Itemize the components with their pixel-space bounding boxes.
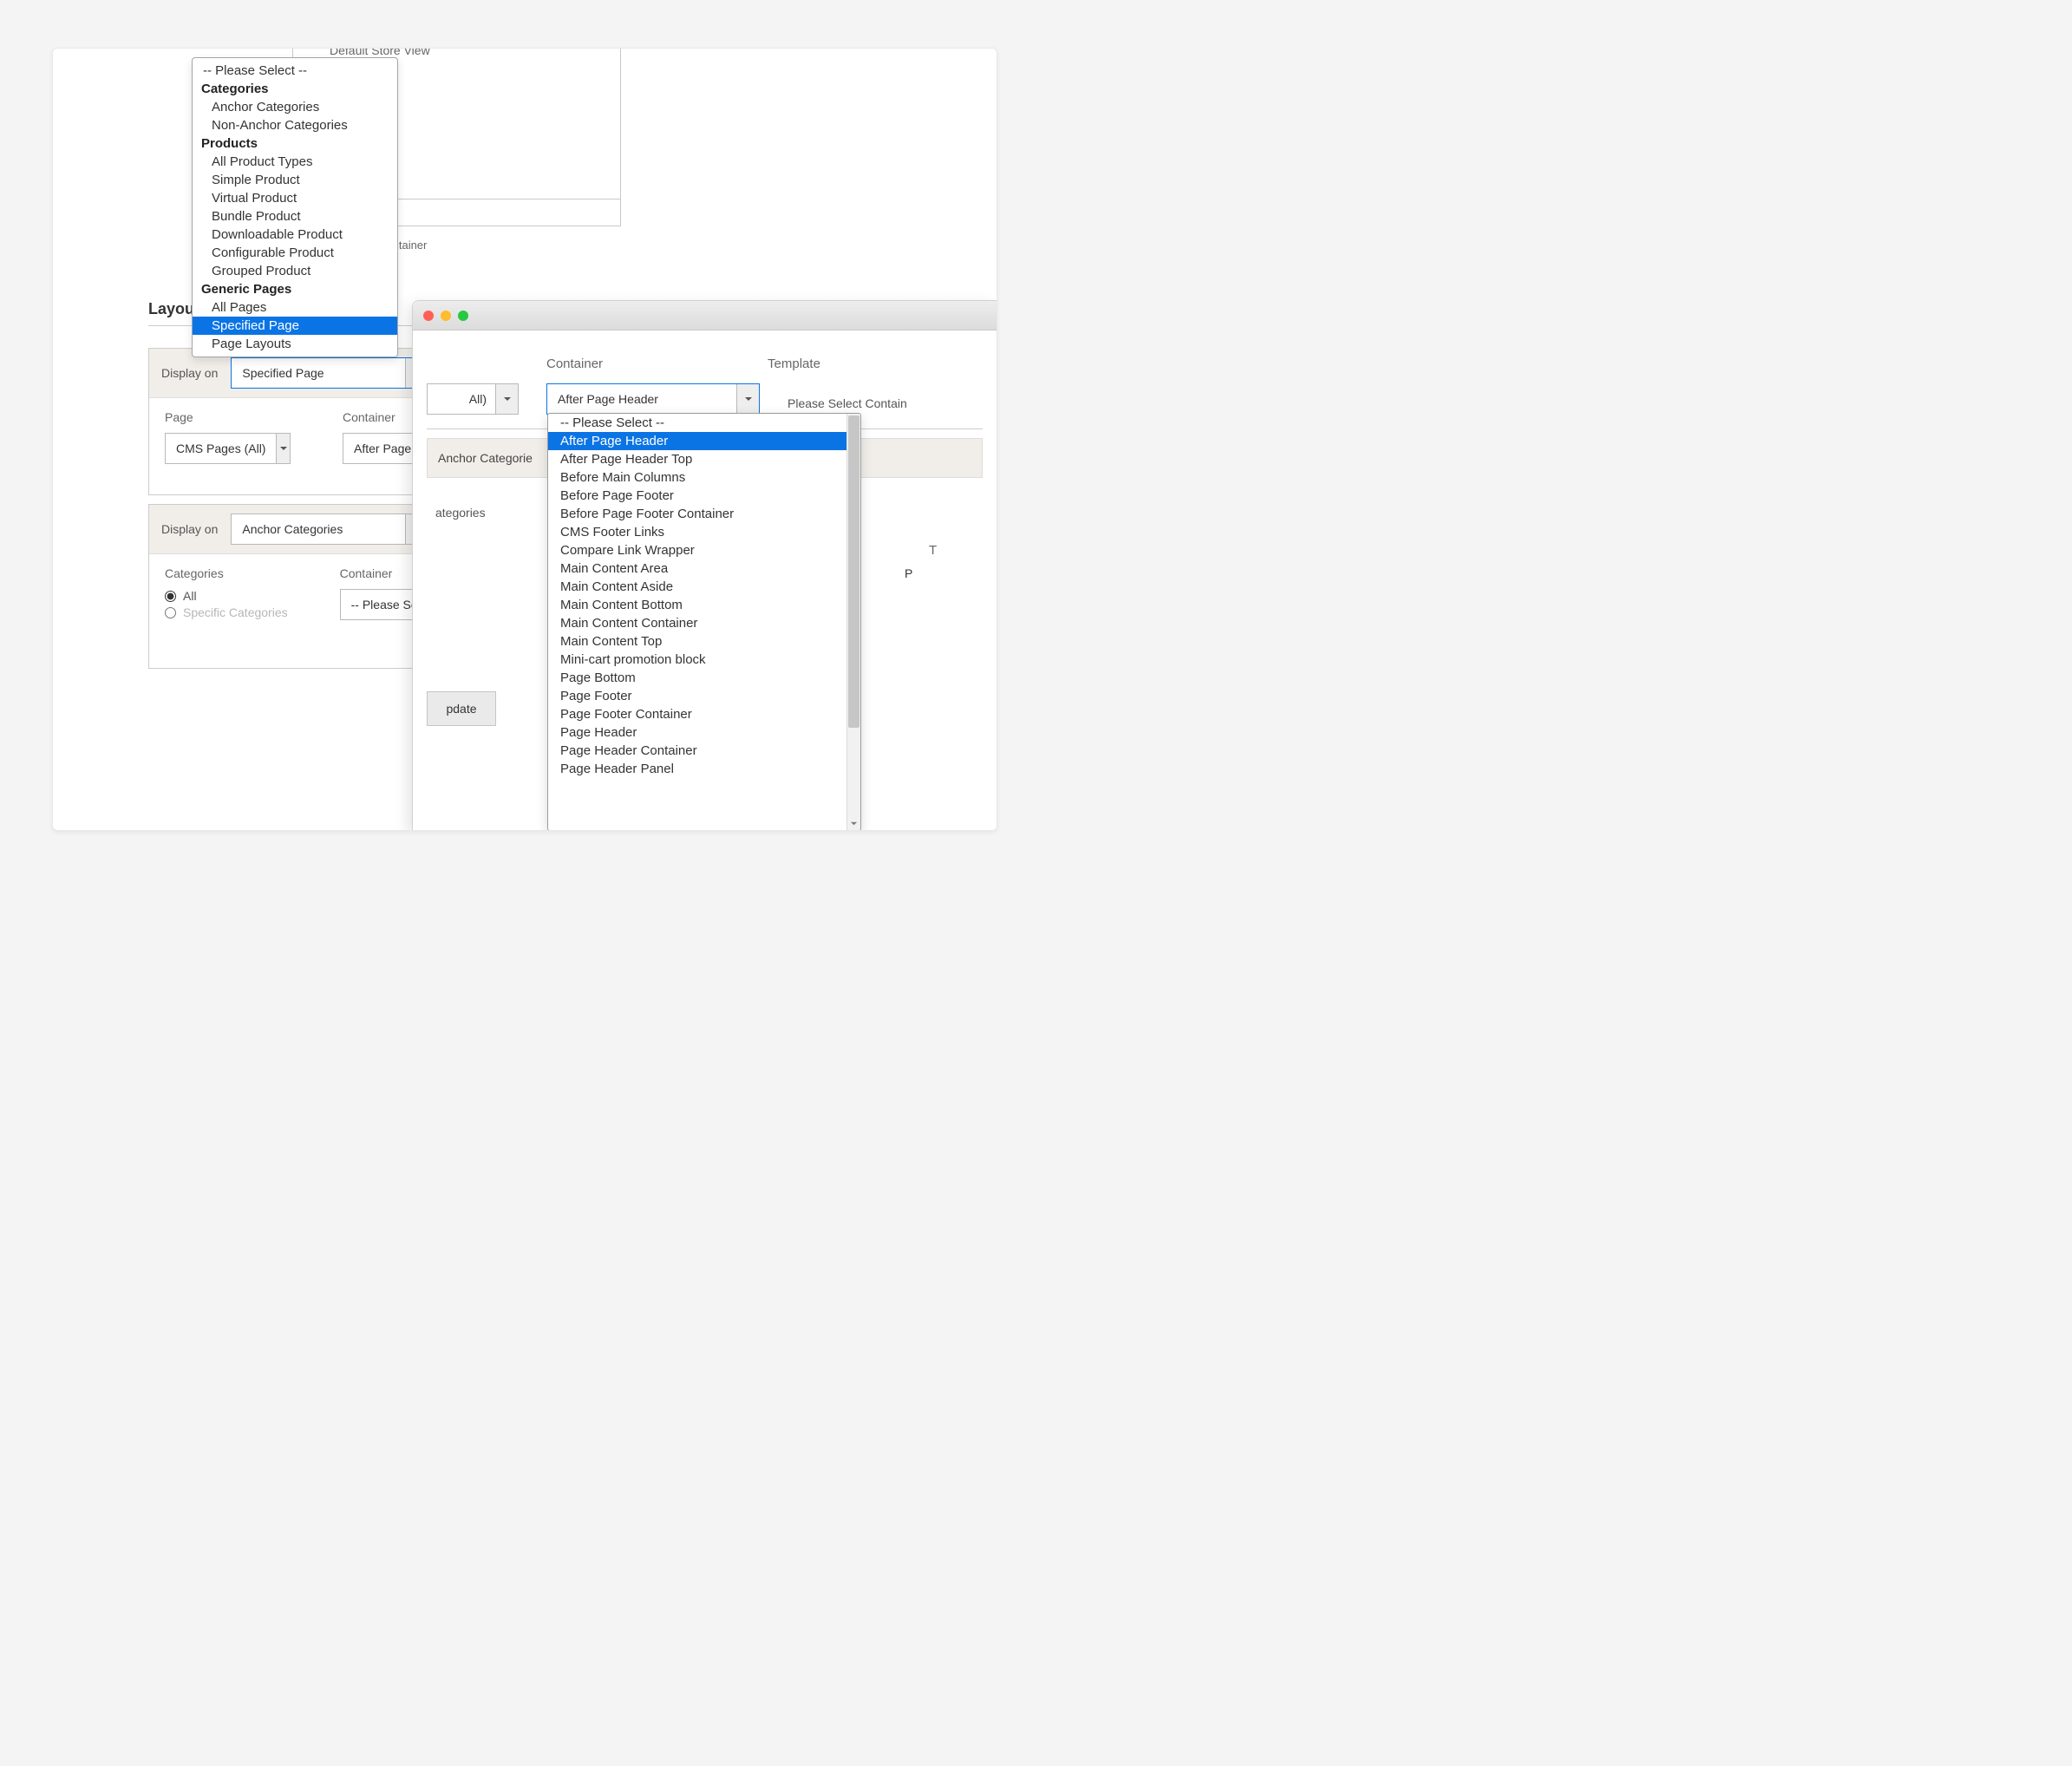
display-on-select[interactable]: Anchor Categories — [231, 513, 428, 545]
window-titlebar[interactable] — [413, 301, 997, 330]
dropdown-option[interactable]: Mini-cart promotion block — [548, 651, 846, 669]
button-label: pdate — [446, 702, 476, 716]
dropdown-option[interactable]: Page Layouts — [193, 335, 397, 353]
display-on-dropdown-list[interactable]: -- Please Select --CategoriesAnchor Cate… — [192, 57, 398, 357]
dropdown-option[interactable]: Before Page Footer — [548, 487, 846, 505]
radio-input[interactable] — [165, 591, 176, 602]
dropdown-option[interactable]: Page Header Container — [548, 742, 846, 760]
page-select[interactable]: CMS Pages (All) — [165, 433, 291, 464]
categories-column-header: Categories — [165, 566, 288, 580]
dropdown-option[interactable]: Page Footer Container — [548, 705, 846, 723]
dropdown-option[interactable]: Page Header Panel — [548, 760, 846, 778]
categories-radio-all[interactable]: All — [165, 589, 288, 603]
dropdown-option[interactable]: Compare Link Wrapper — [548, 541, 846, 559]
container-header: Container — [546, 356, 603, 371]
radio-input[interactable] — [165, 607, 176, 618]
dropdown-option[interactable]: Downloadable Product — [193, 226, 397, 244]
dropdown-option[interactable]: Configurable Product — [193, 244, 397, 262]
radio-label: Specific Categories — [183, 605, 288, 619]
dropdown-option[interactable]: Page Header — [548, 723, 846, 742]
window-zoom-icon[interactable] — [458, 311, 468, 321]
display-on-select[interactable]: Specified Page — [231, 357, 428, 389]
template-note: Please Select Contain — [788, 389, 907, 410]
dropdown-option[interactable]: Specified Page — [193, 317, 397, 335]
chevron-down-icon — [736, 384, 759, 414]
categories-radio-specific[interactable]: Specific Categories — [165, 605, 288, 619]
template-select[interactable]: P — [905, 566, 983, 580]
template-column-header: T — [905, 543, 983, 558]
container-dropdown-list[interactable]: -- Please Select --After Page HeaderAfte… — [547, 413, 861, 831]
dropdown-option[interactable]: Main Content Aside — [548, 578, 846, 596]
dropdown-group-label: Products — [193, 134, 397, 153]
dropdown-option[interactable]: Before Page Footer Container — [548, 505, 846, 523]
add-layout-update-button[interactable]: pdate — [427, 691, 496, 726]
dropdown-option[interactable]: All Product Types — [193, 153, 397, 171]
dropdown-placeholder[interactable]: -- Please Select -- — [193, 62, 397, 80]
dropdown-option[interactable]: After Page Header Top — [548, 450, 846, 468]
dropdown-option[interactable]: All Pages — [193, 298, 397, 317]
dropdown-option[interactable]: Page Footer — [548, 687, 846, 705]
dropdown-option[interactable]: Grouped Product — [193, 262, 397, 280]
dropdown-option[interactable]: Virtual Product — [193, 189, 397, 207]
template-header: Template — [768, 356, 820, 371]
display-on-label: Display on — [161, 366, 218, 380]
container-select-window-value: After Page Header — [547, 392, 736, 406]
dropdown-option[interactable]: Main Content Area — [548, 559, 846, 578]
dropdown-group-label: Categories — [193, 80, 397, 98]
page-column-header: Page — [165, 410, 291, 424]
template-column: T P — [905, 543, 983, 580]
container-select-window[interactable]: After Page Header — [546, 383, 760, 415]
dropdown-option[interactable]: Anchor Categories — [193, 98, 397, 116]
template-select-value: P — [905, 566, 912, 580]
dropdown-option[interactable]: -- Please Select -- — [548, 414, 846, 432]
dropdown-option[interactable]: Simple Product — [193, 171, 397, 189]
display-on-label: Display on — [161, 522, 218, 536]
dropdown-group-label: Generic Pages — [193, 280, 397, 298]
dropdown-option[interactable]: Main Content Container — [548, 614, 846, 632]
dropdown-option[interactable]: Before Main Columns — [548, 468, 846, 487]
radio-label: All — [183, 589, 197, 603]
dropdown-option[interactable]: CMS Footer Links — [548, 523, 846, 541]
dropdown-option[interactable]: Bundle Product — [193, 207, 397, 226]
dropdown-option[interactable]: Main Content Top — [548, 632, 846, 651]
scrollbar-thumb[interactable] — [848, 415, 860, 728]
chevron-down-icon — [495, 384, 518, 414]
window-minimize-icon[interactable] — [441, 311, 451, 321]
page-select-window-value: All) — [428, 392, 495, 406]
page-select-window[interactable]: All) — [427, 383, 519, 415]
chevron-down-icon — [276, 434, 290, 463]
dropdown-option[interactable]: Page Bottom — [548, 669, 846, 687]
dropdown-option[interactable]: Non-Anchor Categories — [193, 116, 397, 134]
display-on-select-value: Specified Page — [232, 366, 405, 380]
window-close-icon[interactable] — [423, 311, 434, 321]
display-on-select-value: Anchor Categories — [232, 522, 405, 536]
dropdown-option[interactable]: After Page Header — [548, 432, 846, 450]
scrollbar-track[interactable] — [846, 414, 860, 830]
dropdown-option[interactable]: Main Content Bottom — [548, 596, 846, 614]
anchor-row-label: Anchor Categorie — [438, 451, 533, 465]
page-select-value: CMS Pages (All) — [166, 442, 276, 455]
scroll-down-icon[interactable] — [846, 816, 860, 830]
admin-card: Default Store View Sort nces in the same… — [52, 48, 997, 831]
